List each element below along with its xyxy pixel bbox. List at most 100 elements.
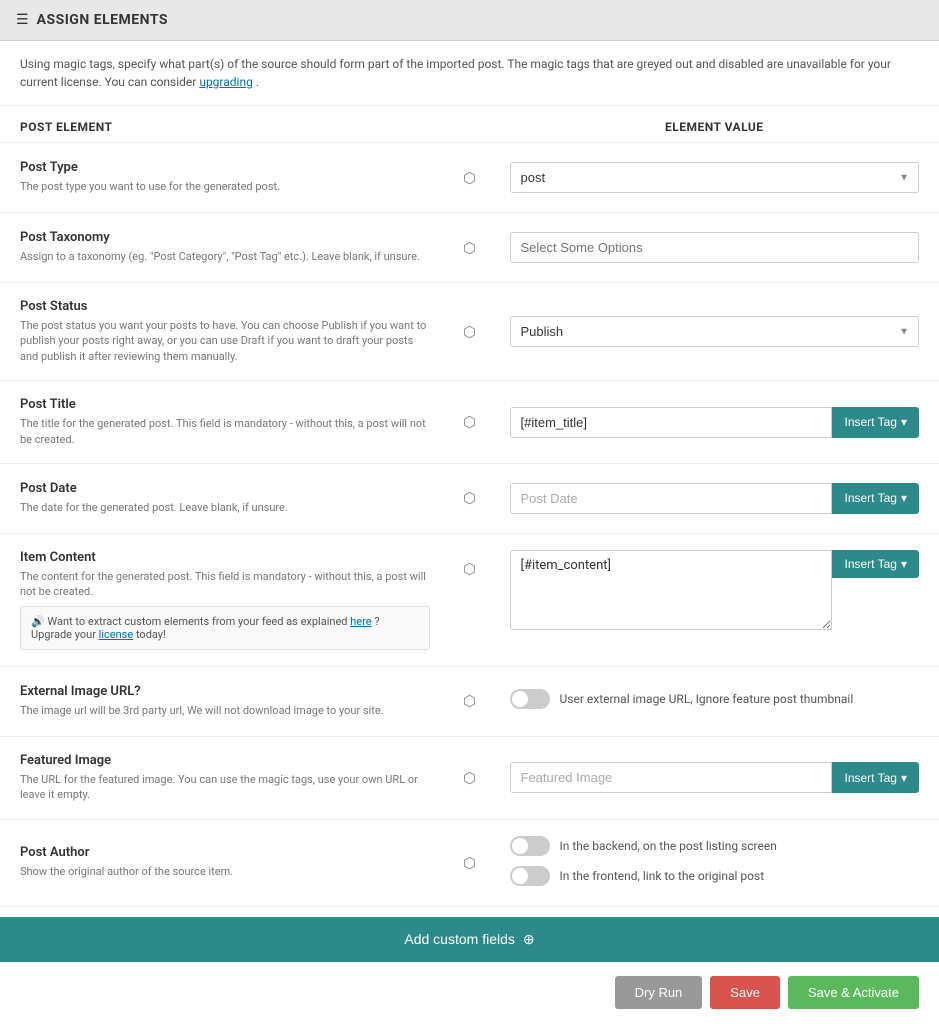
arrow-icon: ⬡ — [463, 169, 476, 187]
post-type-label-col: Post Type The post type you want to use … — [20, 160, 430, 194]
dry-run-button[interactable]: Dry Run — [615, 976, 703, 1009]
featured-image-input-row: Insert Tag ▾ — [510, 762, 920, 793]
post-status-arrow: ⬡ — [430, 323, 510, 341]
post-title-value: Insert Tag ▾ — [510, 407, 920, 438]
chevron-down-icon: ▾ — [901, 415, 907, 429]
item-content-notice: 🔊 Want to extract custom elements from y… — [20, 606, 430, 650]
description-text-after: . — [256, 75, 259, 89]
save-activate-button[interactable]: Save & Activate — [788, 976, 919, 1009]
notice-link[interactable]: here — [350, 615, 371, 628]
arrow-icon-2: ⬡ — [463, 239, 476, 257]
row-featured-image: Featured Image The URL for the featured … — [0, 737, 939, 820]
post-taxonomy-desc: Assign to a taxonomy (eg. "Post Category… — [20, 249, 430, 264]
post-status-label: Post Status — [20, 299, 430, 314]
row-post-type: Post Type The post type you want to use … — [0, 143, 939, 213]
post-title-input[interactable] — [510, 407, 833, 438]
arrow-icon-7: ⬡ — [463, 692, 476, 710]
post-author-toggle-row-2: In the frontend, link to the original po… — [510, 866, 920, 886]
post-type-select[interactable]: post page custom — [510, 162, 920, 193]
toggle-slider-1 — [510, 836, 550, 856]
post-title-label-col: Post Title The title for the generated p… — [20, 397, 430, 447]
post-date-insert-tag-btn[interactable]: Insert Tag ▾ — [832, 483, 919, 514]
post-author-label-col: Post Author Show the original author of … — [20, 845, 430, 879]
post-type-label: Post Type — [20, 160, 430, 175]
external-image-toggle[interactable] — [510, 689, 550, 709]
featured-image-value: Insert Tag ▾ — [510, 762, 920, 793]
post-date-input-row: Insert Tag ▾ — [510, 483, 920, 514]
post-author-toggle-2[interactable] — [510, 866, 550, 886]
post-author-label: Post Author — [20, 845, 430, 860]
arrow-icon-9: ⬡ — [463, 854, 476, 872]
featured-image-desc: The URL for the featured image. You can … — [20, 772, 430, 803]
header-icon: ☰ — [16, 12, 29, 28]
item-content-arrow: ⬡ — [430, 550, 510, 578]
row-post-taxonomy: Post Taxonomy Assign to a taxonomy (eg. … — [0, 213, 939, 283]
arrow-icon-4: ⬡ — [463, 413, 476, 431]
external-image-toggle-label: User external image URL, Ignore feature … — [560, 692, 854, 706]
insert-tag-label-2: Insert Tag — [844, 491, 896, 505]
post-taxonomy-input[interactable] — [510, 232, 920, 263]
post-date-label: Post Date — [20, 481, 430, 496]
header-title: ASSIGN ELEMENTS — [37, 12, 168, 28]
post-type-arrow: ⬡ — [430, 169, 510, 187]
post-taxonomy-arrow: ⬡ — [430, 239, 510, 257]
upgrade-link[interactable]: upgrading — [199, 75, 253, 89]
post-status-select[interactable]: Publish Draft Pending Private — [510, 316, 920, 347]
post-date-input[interactable] — [510, 483, 833, 514]
post-date-arrow: ⬡ — [430, 489, 510, 507]
add-custom-fields-btn[interactable]: Add custom fields ⊕ — [0, 917, 939, 962]
row-post-author: Post Author Show the original author of … — [0, 820, 939, 907]
col-post-element: POST ELEMENT — [20, 120, 430, 134]
featured-image-arrow: ⬡ — [430, 769, 510, 787]
external-image-desc: The image url will be 3rd party url, We … — [20, 703, 430, 718]
post-author-toggle-label-2: In the frontend, link to the original po… — [560, 869, 765, 883]
post-author-value: In the backend, on the post listing scre… — [510, 836, 920, 890]
post-author-toggle-1[interactable] — [510, 836, 550, 856]
external-image-toggle-row: User external image URL, Ignore feature … — [510, 689, 920, 709]
chevron-down-icon-4: ▾ — [901, 771, 907, 785]
external-image-value: User external image URL, Ignore feature … — [510, 689, 920, 713]
item-content-label: Item Content — [20, 550, 430, 565]
post-title-input-row: Insert Tag ▾ — [510, 407, 920, 438]
post-title-label: Post Title — [20, 397, 430, 412]
add-custom-fields-label: Add custom fields — [404, 931, 515, 947]
item-content-input-row: [#item_content] Insert Tag ▾ — [510, 550, 920, 630]
featured-image-insert-tag-btn[interactable]: Insert Tag ▾ — [832, 762, 919, 793]
row-item-content: Item Content The content for the generat… — [0, 534, 939, 667]
post-date-label-col: Post Date The date for the generated pos… — [20, 481, 430, 515]
post-author-toggle-row-1: In the backend, on the post listing scre… — [510, 836, 920, 856]
insert-tag-label-4: Insert Tag — [844, 771, 896, 785]
item-content-insert-tag-btn[interactable]: Insert Tag ▾ — [832, 550, 919, 578]
toggle-slider — [510, 689, 550, 709]
post-status-value: Publish Draft Pending Private ▼ — [510, 316, 920, 347]
post-title-desc: The title for the generated post. This f… — [20, 416, 430, 447]
post-type-value: post page custom ▼ — [510, 162, 920, 193]
post-author-arrow: ⬡ — [430, 854, 510, 872]
item-content-textarea[interactable]: [#item_content] — [510, 550, 833, 630]
post-taxonomy-label: Post Taxonomy — [20, 230, 430, 245]
item-content-label-col: Item Content The content for the generat… — [20, 550, 430, 650]
footer-buttons: Dry Run Save Save & Activate — [0, 962, 939, 1023]
row-post-title: Post Title The title for the generated p… — [0, 381, 939, 464]
insert-tag-label-3: Insert Tag — [844, 557, 896, 571]
post-title-insert-tag-btn[interactable]: Insert Tag ▾ — [832, 407, 919, 438]
featured-image-input[interactable] — [510, 762, 833, 793]
row-post-date: Post Date The date for the generated pos… — [0, 464, 939, 534]
post-author-toggle-label-1: In the backend, on the post listing scre… — [560, 839, 777, 853]
featured-image-label: Featured Image — [20, 753, 430, 768]
post-date-value: Insert Tag ▾ — [510, 483, 920, 514]
notice-link2[interactable]: license — [99, 628, 134, 641]
arrow-icon-3: ⬡ — [463, 323, 476, 341]
post-taxonomy-value — [510, 232, 920, 263]
toggle-slider-2 — [510, 866, 550, 886]
section-header: ☰ ASSIGN ELEMENTS — [0, 0, 939, 41]
post-status-desc: The post status you want your posts to h… — [20, 318, 430, 364]
notice-text-after2: today! — [136, 628, 166, 641]
post-status-select-wrapper: Publish Draft Pending Private ▼ — [510, 316, 920, 347]
external-image-label: External Image URL? — [20, 684, 430, 699]
save-button[interactable]: Save — [710, 976, 780, 1009]
featured-image-label-col: Featured Image The URL for the featured … — [20, 753, 430, 803]
description-text: Using magic tags, specify what part(s) o… — [20, 57, 891, 89]
arrow-icon-8: ⬡ — [463, 769, 476, 787]
post-title-arrow: ⬡ — [430, 413, 510, 431]
